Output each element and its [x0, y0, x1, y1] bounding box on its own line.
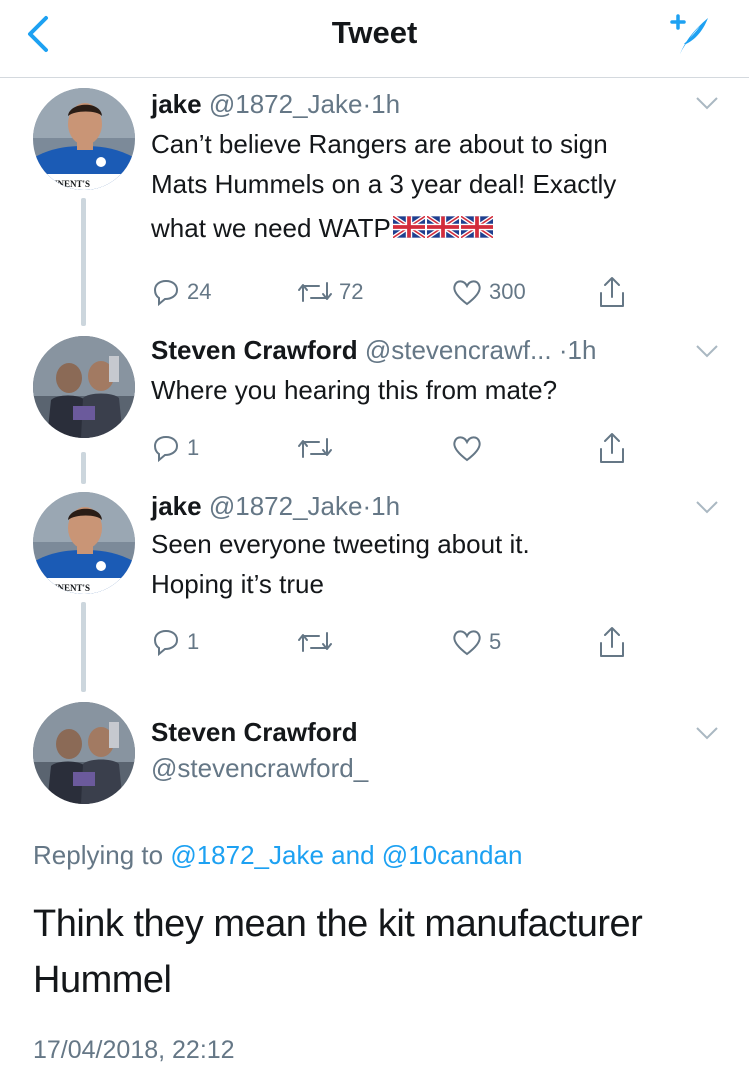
- reply-button[interactable]: 1: [151, 624, 199, 660]
- tweet-text: Where you hearing this from mate?: [151, 375, 558, 405]
- chevron-down-icon[interactable]: [695, 726, 719, 740]
- share-icon: [600, 277, 624, 307]
- like-button[interactable]: 5: [451, 624, 501, 660]
- tweet-time: 1h: [371, 491, 401, 521]
- union-flag-emojis: [391, 213, 493, 243]
- retweet-icon: [298, 438, 332, 458]
- like-count: 300: [489, 279, 526, 304]
- reply-count: 1: [187, 435, 200, 460]
- author-name[interactable]: Steven Crawford: [151, 335, 358, 365]
- retweet-count: 72: [339, 279, 364, 304]
- page-title: Tweet: [331, 15, 418, 50]
- avatar[interactable]: TENNENT'S: [33, 88, 135, 190]
- retweet-button[interactable]: 72: [297, 274, 363, 310]
- avatar[interactable]: TENNENT'S: [33, 492, 135, 594]
- reply-icon: [153, 629, 179, 657]
- retweet-icon: [298, 282, 332, 302]
- author-name[interactable]: jake: [151, 491, 202, 521]
- compose-tweet-icon: [670, 14, 708, 54]
- separator-dot: ·: [362, 89, 372, 119]
- author-handle[interactable]: @1872_Jake: [209, 491, 363, 521]
- reply-button[interactable]: 24: [151, 274, 211, 310]
- thread-tweet[interactable]: TENNENT'S jake @1872_Jake·1h Can’t belie…: [0, 86, 749, 330]
- heart-icon: [453, 436, 481, 462]
- like-button[interactable]: [451, 430, 483, 466]
- avatar[interactable]: [33, 336, 135, 438]
- replying-to-line: Replying to @1872_Jake and @10candan: [33, 840, 523, 870]
- chevron-down-icon[interactable]: [695, 344, 719, 358]
- mention-link[interactable]: @1872_Jake: [170, 840, 324, 870]
- retweet-button[interactable]: [297, 430, 333, 466]
- tweet-time: 1h: [371, 89, 401, 119]
- mention-link[interactable]: and: [331, 840, 374, 870]
- share-icon: [600, 433, 624, 463]
- union-flag-emoji: [426, 216, 459, 238]
- tweet-text: Can’t believe Rangers are about to sign …: [151, 129, 617, 243]
- like-button[interactable]: 300: [451, 274, 526, 310]
- retweet-icon: [298, 632, 332, 652]
- heart-icon: [453, 280, 481, 306]
- svg-text:TENNENT'S: TENNENT'S: [39, 583, 90, 593]
- separator-dot: ·: [558, 335, 568, 365]
- chevron-down-icon[interactable]: [695, 96, 719, 110]
- share-button[interactable]: [597, 430, 627, 466]
- thread-connector: [81, 602, 86, 692]
- thread-tweet[interactable]: Steven Crawford @stevencrawf... ·1h Wher…: [0, 334, 749, 484]
- share-icon: [600, 627, 624, 657]
- share-button[interactable]: [597, 274, 627, 310]
- retweet-button[interactable]: [297, 624, 333, 660]
- heart-icon: [453, 630, 481, 656]
- union-flag-emoji: [392, 216, 425, 238]
- svg-text:TENNENT'S: TENNENT'S: [39, 179, 90, 189]
- author-handle[interactable]: @stevencrawf...: [365, 335, 552, 365]
- top-bar: Tweet: [0, 0, 749, 78]
- reply-count: 1: [187, 629, 200, 654]
- thread-connector: [81, 452, 86, 484]
- share-button[interactable]: [597, 624, 627, 660]
- like-count: 5: [489, 629, 502, 654]
- thread-tweet[interactable]: TENNENT'S jake @1872_Jake·1h Seen everyo…: [0, 490, 749, 692]
- author-handle[interactable]: @stevencrawford_: [151, 753, 368, 783]
- thread-connector: [81, 198, 86, 326]
- focused-tweet-text: Think they mean the kit manufacturer Hum…: [33, 903, 643, 1001]
- focused-tweet: Steven Crawford @stevencrawford_: [0, 700, 749, 1086]
- author-name[interactable]: Steven Crawford: [151, 717, 358, 747]
- reply-count: 24: [187, 279, 212, 304]
- tweet-timestamp: 17/04/2018, 22:12: [33, 1036, 235, 1064]
- tweet-time: 1h: [567, 335, 597, 365]
- separator-dot: ·: [362, 491, 372, 521]
- union-flag-emoji: [460, 216, 493, 238]
- tweet-text: Seen everyone tweeting about it. Hoping …: [151, 529, 530, 599]
- mention-link[interactable]: @10candan: [382, 840, 523, 870]
- reply-button[interactable]: 1: [151, 430, 199, 466]
- author-handle[interactable]: @1872_Jake: [209, 89, 363, 119]
- chevron-down-icon[interactable]: [695, 500, 719, 514]
- author-name[interactable]: jake: [151, 89, 202, 119]
- compose-button[interactable]: [664, 10, 712, 58]
- reply-icon: [153, 435, 179, 463]
- reply-icon: [153, 279, 179, 307]
- avatar[interactable]: [33, 702, 135, 804]
